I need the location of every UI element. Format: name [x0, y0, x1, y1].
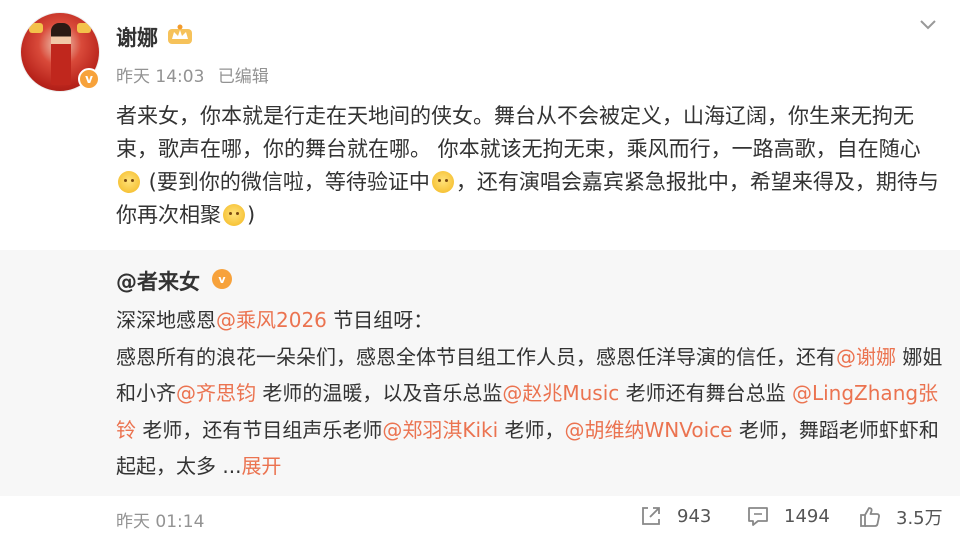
- crown-badge-icon[interactable]: [167, 23, 193, 45]
- post-text-part2: (要到你的微信啦，等待验证中: [142, 170, 430, 194]
- post-time[interactable]: 昨天 14:03: [116, 67, 204, 87]
- smile-emoji-icon: [431, 171, 454, 193]
- username[interactable]: 谢娜: [116, 22, 158, 52]
- share-button[interactable]: 943: [639, 504, 711, 528]
- text-span: 感恩所有的浪花一朵朵们，感恩全体节目组工作人员，感恩任洋导演的信任，还有: [116, 344, 836, 369]
- text-span: 老师，: [498, 417, 565, 442]
- weibo-post: v 谢娜 昨天 14:03 已编辑 者来女，你本就是行走在天地间的侠女。舞台从不…: [0, 0, 960, 548]
- like-count: 3.5万: [896, 508, 943, 529]
- thumbs-up-icon: [860, 507, 880, 527]
- quoted-text: 深深地感恩@乘风2026 节目组呀： 感恩所有的浪花一朵朵们，感恩全体节目组工作…: [116, 302, 946, 485]
- mention-link[interactable]: @赵兆Music: [502, 381, 619, 405]
- post-text: 者来女，你本就是行走在天地间的侠女。舞台从不会被定义，山海辽阔，你生来无拘无束，…: [116, 100, 946, 232]
- mention-link[interactable]: @胡维纳WNVoice: [565, 418, 733, 442]
- like-button[interactable]: 3.5万: [858, 504, 943, 530]
- mention-link[interactable]: @乘风2026: [216, 308, 327, 332]
- mention-link[interactable]: @齐思钧: [176, 381, 256, 405]
- ellipsis: ...: [222, 454, 242, 478]
- action-bar: 943 1494 3.5万: [0, 504, 960, 534]
- quoted-author[interactable]: @者来女: [116, 266, 200, 296]
- quoted-verified-badge-icon: v: [212, 269, 232, 289]
- text-span: 老师还有舞台总监: [619, 381, 786, 405]
- post-text-part1: 者来女，你本就是行走在天地间的侠女。舞台从不会被定义，山海辽阔，你生来无拘无束，…: [116, 104, 921, 161]
- text-span: 老师，还有节目组声乐老师: [136, 417, 383, 442]
- mention-link[interactable]: @谢娜: [836, 345, 896, 369]
- text-span: 老师的温暖，以及音乐总监: [256, 381, 503, 405]
- share-count: 943: [677, 505, 712, 527]
- mention-link[interactable]: @郑羽淇Kiki: [382, 418, 498, 442]
- share-icon: [642, 507, 660, 525]
- text-span: 节目组呀：: [326, 308, 434, 332]
- smile-emoji-icon: [118, 171, 140, 193]
- text-span: 深深地感恩: [116, 308, 216, 332]
- chevron-down-icon[interactable]: [918, 18, 938, 32]
- expand-link[interactable]: 展开: [241, 454, 281, 478]
- comment-count: 1494: [784, 505, 830, 527]
- quoted-line-1: 深深地感恩@乘风2026 节目组呀：: [116, 302, 946, 339]
- comment-icon: [748, 507, 768, 526]
- comment-button[interactable]: 1494: [746, 504, 830, 528]
- smile-emoji-icon: [223, 204, 245, 226]
- verified-badge-icon: v: [78, 68, 100, 90]
- avatar-decoration-left: [29, 23, 43, 33]
- post-meta: 昨天 14:03 已编辑: [116, 62, 277, 87]
- post-text-part4: ): [247, 203, 256, 227]
- edited-label[interactable]: 已编辑: [218, 67, 269, 87]
- avatar-decoration-right: [77, 23, 91, 33]
- avatar-figure: [51, 23, 71, 85]
- quoted-paragraph: 感恩所有的浪花一朵朵们，感恩全体节目组工作人员，感恩任洋导演的信任，还有@谢娜 …: [116, 339, 946, 485]
